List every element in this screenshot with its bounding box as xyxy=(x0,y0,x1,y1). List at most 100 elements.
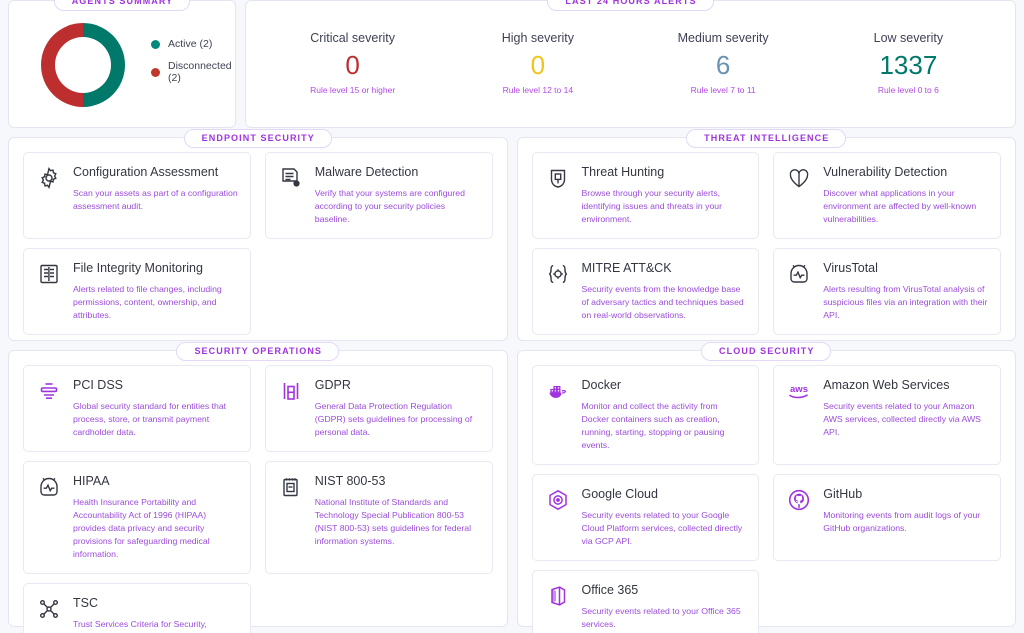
card-amazon-web-services[interactable]: aws Amazon Web Services Security events … xyxy=(773,365,1001,465)
legend-dot-disconnected-icon xyxy=(151,68,160,77)
card-vulnerability-detection[interactable]: Vulnerability Detection Discover what ap… xyxy=(773,152,1001,239)
card-description: Health Insurance Portability and Account… xyxy=(73,496,238,561)
card-virustotal[interactable]: VirusTotal Alerts resulting from VirusTo… xyxy=(773,248,1001,335)
card-office-365[interactable]: Office 365 Security events related to yo… xyxy=(532,570,760,633)
card-title: Threat Hunting xyxy=(582,165,747,180)
cloud-security-legend-label: CLOUD SECURITY xyxy=(701,342,831,361)
donut-slice-disconnected xyxy=(41,23,83,107)
agents-summary-legend-label: AGENTS SUMMARY xyxy=(54,0,191,11)
card-gdpr[interactable]: GDPR General Data Protection Regulation … xyxy=(265,365,493,452)
card-description: Discover what applications in your envir… xyxy=(823,187,988,226)
card-description: Monitor and collect the activity from Do… xyxy=(582,400,747,452)
alert-title-low: Low severity xyxy=(874,31,943,45)
alert-sub-high[interactable]: Rule level 12 to 14 xyxy=(503,85,573,95)
tsc-icon xyxy=(36,596,62,622)
card-title: Configuration Assessment xyxy=(73,165,238,180)
card-title: File Integrity Monitoring xyxy=(73,261,238,276)
threat-intelligence-legend: THREAT INTELLIGENCE xyxy=(518,129,1016,148)
security-operations-panel: SECURITY OPERATIONS PCI DSS Global secur… xyxy=(8,350,508,627)
card-hipaa[interactable]: HIPAA Health Insurance Portability and A… xyxy=(23,461,251,574)
virustotal-icon xyxy=(786,261,812,287)
card-malware-detection[interactable]: Malware Detection Verify that your syste… xyxy=(265,152,493,239)
card-mitre-attack[interactable]: MITRE ATT&CK Security events from the kn… xyxy=(532,248,760,335)
card-file-integrity-monitoring[interactable]: File Integrity Monitoring Alerts related… xyxy=(23,248,251,335)
security-operations-legend-label: SECURITY OPERATIONS xyxy=(176,342,339,361)
cloud-security-cards: Docker Monitor and collect the activity … xyxy=(532,365,1002,633)
donut-svg xyxy=(33,15,133,115)
card-title: MITRE ATT&CK xyxy=(582,261,747,276)
card-configuration-assessment[interactable]: Configuration Assessment Scan your asset… xyxy=(23,152,251,239)
security-operations-cards: PCI DSS Global security standard for ent… xyxy=(23,365,493,633)
card-title: Malware Detection xyxy=(315,165,480,180)
security-operations-legend: SECURITY OPERATIONS xyxy=(9,342,507,361)
top-row: AGENTS SUMMARY Active (2) xyxy=(8,0,1016,128)
card-docker[interactable]: Docker Monitor and collect the activity … xyxy=(532,365,760,465)
card-description: Alerts related to file changes, includin… xyxy=(73,283,238,322)
office365-icon xyxy=(545,583,571,609)
cloud-security-legend: CLOUD SECURITY xyxy=(518,342,1016,361)
alert-sub-low[interactable]: Rule level 0 to 6 xyxy=(878,85,939,95)
gdpr-icon xyxy=(278,378,304,404)
last-24-hours-alerts-panel: LAST 24 HOURS ALERTS Critical severity 0… xyxy=(245,0,1016,128)
legend-item-disconnected[interactable]: Disconnected (2) xyxy=(151,60,232,84)
card-text: Amazon Web Services Security events rela… xyxy=(823,377,988,439)
card-google-cloud[interactable]: Google Cloud Security events related to … xyxy=(532,474,760,561)
alert-sub-medium[interactable]: Rule level 7 to 11 xyxy=(691,85,756,95)
card-text: GitHub Monitoring events from audit logs… xyxy=(823,486,988,535)
vulnerability-icon xyxy=(786,165,812,191)
file-integrity-icon xyxy=(36,261,62,287)
card-description: Monitoring events from audit logs of you… xyxy=(823,509,988,535)
card-title: VirusTotal xyxy=(823,261,988,276)
agents-summary-body: Active (2) Disconnected (2) xyxy=(23,15,221,115)
gear-icon xyxy=(36,165,62,191)
alert-count-medium: 6 xyxy=(716,51,730,79)
agents-summary-legend: AGENTS SUMMARY xyxy=(9,0,235,11)
card-description: Security events related to your Amazon A… xyxy=(823,400,988,439)
malware-document-icon xyxy=(278,165,304,191)
card-text: Configuration Assessment Scan your asset… xyxy=(73,164,238,213)
donut-slice-active xyxy=(83,23,125,107)
card-tsc[interactable]: TSC Trust Services Criteria for Security… xyxy=(23,583,251,633)
card-github[interactable]: GitHub Monitoring events from audit logs… xyxy=(773,474,1001,561)
card-pci-dss[interactable]: PCI DSS Global security standard for ent… xyxy=(23,365,251,452)
endpoint-security-cards: Configuration Assessment Scan your asset… xyxy=(23,152,493,335)
card-description: Security events related to your Google C… xyxy=(582,509,747,548)
card-description: Browse through your security alerts, ide… xyxy=(582,187,747,226)
alert-cell-critical[interactable]: Critical severity 0 Rule level 15 or hig… xyxy=(260,31,445,95)
agents-summary-panel: AGENTS SUMMARY Active (2) xyxy=(8,0,236,128)
alert-count-critical: 0 xyxy=(345,51,359,79)
card-description: General Data Protection Regulation (GDPR… xyxy=(315,400,480,439)
threat-intelligence-cards: Threat Hunting Browse through your secur… xyxy=(532,152,1002,335)
agents-legend-list: Active (2) Disconnected (2) xyxy=(151,38,232,84)
alert-cell-medium[interactable]: Medium severity 6 Rule level 7 to 11 xyxy=(631,31,816,95)
card-title: Vulnerability Detection xyxy=(823,165,988,180)
hipaa-icon xyxy=(36,474,62,500)
card-nist-800-53[interactable]: NIST 800-53 National Institute of Standa… xyxy=(265,461,493,574)
card-text: HIPAA Health Insurance Portability and A… xyxy=(73,473,238,561)
card-description: National Institute of Standards and Tech… xyxy=(315,496,480,548)
card-title: Google Cloud xyxy=(582,487,747,502)
mitre-icon xyxy=(545,261,571,287)
card-threat-hunting[interactable]: Threat Hunting Browse through your secur… xyxy=(532,152,760,239)
card-description: Global security standard for entities th… xyxy=(73,400,238,439)
legend-label-disconnected: Disconnected (2) xyxy=(168,60,232,84)
alert-title-high: High severity xyxy=(502,31,574,45)
svg-text:aws: aws xyxy=(790,384,808,395)
card-title: Amazon Web Services xyxy=(823,378,988,393)
dashboard-root: AGENTS SUMMARY Active (2) xyxy=(0,0,1024,633)
card-title: HIPAA xyxy=(73,474,238,489)
middle-row: ENDPOINT SECURITY Configuration Assessme… xyxy=(8,137,1016,341)
google-cloud-icon xyxy=(545,487,571,513)
card-text: Threat Hunting Browse through your secur… xyxy=(582,164,747,226)
alert-cell-high[interactable]: High severity 0 Rule level 12 to 14 xyxy=(445,31,630,95)
card-text: Docker Monitor and collect the activity … xyxy=(582,377,747,452)
threat-hunting-icon xyxy=(545,165,571,191)
legend-item-active[interactable]: Active (2) xyxy=(151,38,232,50)
alert-cell-low[interactable]: Low severity 1337 Rule level 0 to 6 xyxy=(816,31,1001,95)
github-icon xyxy=(786,487,812,513)
alert-title-medium: Medium severity xyxy=(678,31,769,45)
legend-label-active: Active (2) xyxy=(168,38,212,50)
alert-sub-critical[interactable]: Rule level 15 or higher xyxy=(310,85,395,95)
alert-count-high: 0 xyxy=(531,51,545,79)
card-title: Office 365 xyxy=(582,583,747,598)
